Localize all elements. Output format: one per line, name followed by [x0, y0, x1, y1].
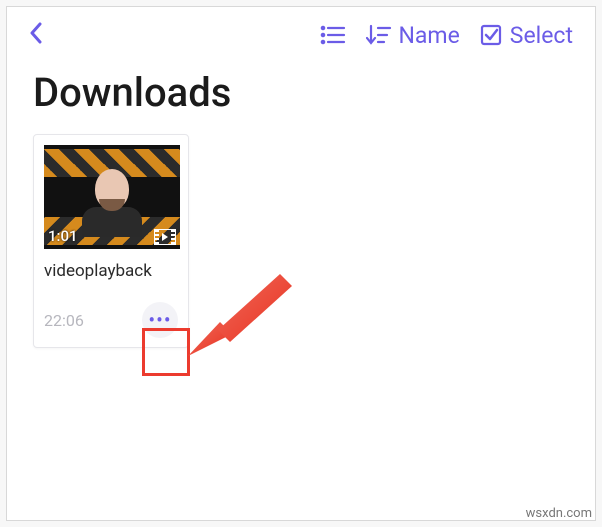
- view-list-button[interactable]: [320, 24, 346, 46]
- sort-label: Name: [398, 22, 459, 49]
- watermark: wsxdn.com: [526, 506, 592, 521]
- back-button[interactable]: [29, 22, 43, 48]
- video-icon: [154, 229, 176, 245]
- video-duration: 1:01: [48, 227, 78, 245]
- more-dots-icon: •••: [148, 308, 171, 332]
- list-icon: [320, 24, 346, 46]
- video-thumbnail: 1:01: [44, 145, 180, 249]
- checkbox-icon: [480, 24, 504, 46]
- select-button[interactable]: Select: [480, 22, 573, 49]
- app-window: Name Select Downloads 1:01 videoplayback…: [6, 6, 596, 521]
- select-label: Select: [510, 22, 573, 49]
- file-grid: 1:01 videoplayback 22:06 •••: [7, 134, 595, 348]
- more-options-button[interactable]: •••: [142, 302, 178, 338]
- sort-button[interactable]: Name: [366, 22, 459, 49]
- chevron-left-icon: [29, 22, 43, 44]
- file-name: videoplayback: [44, 249, 178, 301]
- page-title: Downloads: [7, 63, 595, 134]
- sort-down-icon: [366, 24, 392, 46]
- card-footer: 22:06 •••: [44, 301, 178, 339]
- top-toolbar: Name Select: [7, 7, 595, 63]
- file-time: 22:06: [44, 311, 84, 330]
- file-card[interactable]: 1:01 videoplayback 22:06 •••: [33, 134, 189, 348]
